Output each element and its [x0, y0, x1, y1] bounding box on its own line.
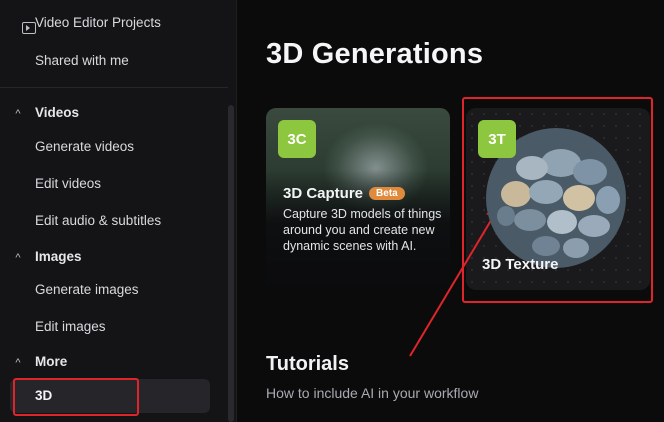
sidebar-item-generate-images[interactable]: Generate images	[10, 273, 210, 307]
chevron-up-icon: ^	[15, 357, 21, 369]
tutorials-heading: Tutorials	[266, 353, 349, 375]
sidebar-divider	[0, 87, 228, 88]
sidebar-item-label: Edit images	[35, 319, 106, 334]
sidebar-item-label: 3D	[35, 388, 53, 403]
section-label: Videos	[35, 105, 80, 120]
section-label: More	[35, 354, 68, 369]
section-videos[interactable]: ^ Videos	[10, 100, 210, 126]
chevron-up-icon: ^	[15, 108, 21, 120]
sidebar-item-label: Video Editor Projects	[35, 15, 161, 30]
sidebar-item-label: Generate videos	[35, 139, 135, 154]
video-projects-icon	[22, 22, 36, 34]
sidebar: Video Editor Projects Shared with me ^ Vi…	[0, 0, 237, 422]
beta-badge: Beta	[369, 187, 405, 200]
card-title: 3D Texture	[482, 256, 558, 273]
chevron-up-icon: ^	[15, 252, 21, 264]
card-title: 3D Capture Beta	[283, 185, 405, 202]
card-badge: 3T	[478, 120, 516, 158]
sidebar-item-video-editor-projects[interactable]: Video Editor Projects	[10, 6, 210, 40]
sidebar-scrollbar[interactable]	[228, 105, 234, 422]
section-images[interactable]: ^ Images	[10, 244, 210, 270]
sidebar-item-label: Edit videos	[35, 176, 102, 191]
card-title-text: 3D Texture	[482, 256, 559, 273]
tutorials-subtitle: How to include AI in your workflow	[266, 385, 479, 401]
section-more[interactable]: ^ More	[10, 349, 210, 375]
sidebar-item-edit-images[interactable]: Edit images	[10, 310, 210, 344]
card-title-text: 3D Capture	[283, 185, 364, 202]
card-description: Capture 3D models of things around you a…	[283, 207, 442, 253]
sidebar-item-label: Shared with me	[35, 53, 129, 68]
card-3d-texture[interactable]: 3T 3D Texture	[466, 108, 650, 290]
card-badge: 3C	[278, 120, 316, 158]
sidebar-item-edit-videos[interactable]: Edit videos	[10, 167, 210, 201]
section-label: Images	[35, 249, 82, 264]
card-3d-capture[interactable]: 3C 3D Capture Beta Capture 3D models of t…	[266, 108, 450, 290]
sidebar-item-label: Edit audio & subtitles	[35, 213, 162, 228]
sidebar-item-label: Generate images	[35, 282, 139, 297]
sidebar-item-3d[interactable]: 3D	[10, 379, 210, 413]
sidebar-item-shared-with-me[interactable]: Shared with me	[10, 44, 210, 78]
page-title: 3D Generations	[266, 38, 484, 70]
sidebar-item-generate-videos[interactable]: Generate videos	[10, 130, 210, 164]
sidebar-item-edit-audio-subtitles[interactable]: Edit audio & subtitles	[10, 204, 210, 238]
main-content: 3D Generations 3C 3D Capture Beta Capture…	[237, 0, 664, 422]
